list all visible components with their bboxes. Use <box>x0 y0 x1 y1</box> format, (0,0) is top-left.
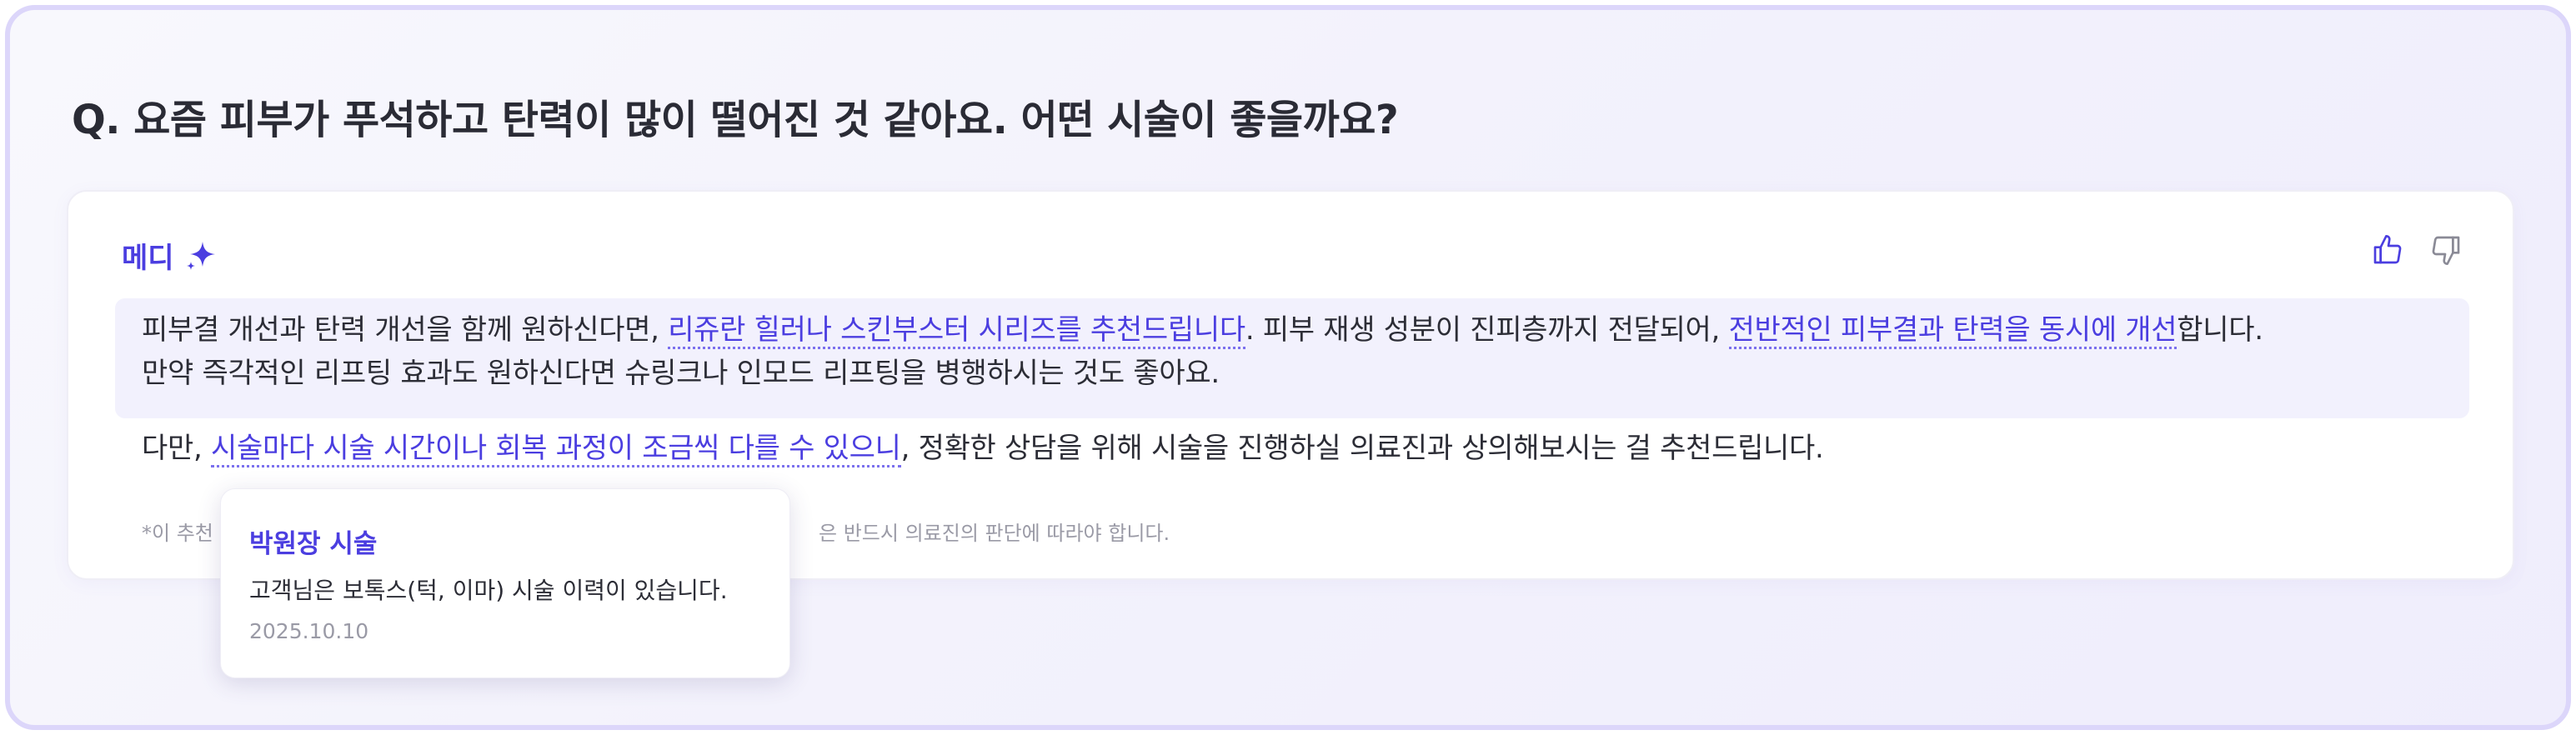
citation-link-rejuran[interactable]: 리쥬란 힐러나 스킨부스터 시리즈를 추천드립니다 <box>668 313 1245 349</box>
thumbs-down-button[interactable] <box>2428 233 2464 270</box>
paragraph-text: 피부결 개선과 탄력 개선을 함께 원하신다면, <box>142 313 669 347</box>
treatment-history-tooltip: 박원장 시술 고객님은 보톡스(턱, 이마) 시술 이력이 있습니다. 2025… <box>220 488 790 678</box>
feedback-buttons <box>2369 233 2464 270</box>
paragraph-text: , 정확한 상담을 위해 시술을 진행하실 의료진과 상의해보시는 걸 추천드립… <box>900 432 1824 465</box>
tooltip-body: 고객님은 보톡스(턱, 이마) 시술 이력이 있습니다. <box>249 577 728 604</box>
paragraph-text: 만약 즉각적인 리프팅 효과도 원하신다면 슈링크나 인모드 리프팅을 병행하시… <box>142 357 1220 390</box>
thumbs-up-icon <box>2371 233 2404 270</box>
tooltip-title: 박원장 시술 <box>249 529 378 559</box>
chat-frame: Q. 요즘 피부가 푸석하고 탄력이 많이 떨어진 것 같아요. 어떤 시술이 … <box>5 5 2571 730</box>
disclaimer-left: *이 추천 <box>142 522 213 545</box>
assistant-brand: 메디 <box>122 235 218 276</box>
question-title: Q. 요즘 피부가 푸석하고 탄력이 많이 떨어진 것 같아요. 어떤 시술이 … <box>72 97 1399 143</box>
citation-link-improvement[interactable]: 전반적인 피부결과 탄력을 동시에 개선 <box>1728 313 2178 349</box>
assistant-name: 메디 <box>122 242 174 275</box>
tooltip-date: 2025.10.10 <box>249 619 369 643</box>
thumbs-down-icon <box>2429 233 2463 270</box>
sparkle-icon <box>184 239 218 272</box>
thumbs-up-button[interactable] <box>2369 233 2406 270</box>
paragraph-text: 합니다. <box>2177 313 2263 347</box>
paragraph-text: . 피부 재생 성분이 진피층까지 전달되어, <box>1245 313 1729 347</box>
citation-link-recovery[interactable]: 시술마다 시술 시간이나 회복 과정이 조금씩 다를 수 있으니 <box>210 432 901 468</box>
answer-paragraph-2: 다만, 시술마다 시술 시간이나 회복 과정이 조금씩 다를 수 있으니, 정확… <box>142 427 1824 470</box>
disclaimer-right: 은 반드시 의료진의 판단에 따라야 합니다. <box>819 522 1170 545</box>
paragraph-text: 다만, <box>142 432 211 465</box>
answer-paragraph-1: 피부결 개선과 탄력 개선을 함께 원하신다면, 리쥬란 힐러나 스킨부스터 시… <box>142 308 2263 395</box>
